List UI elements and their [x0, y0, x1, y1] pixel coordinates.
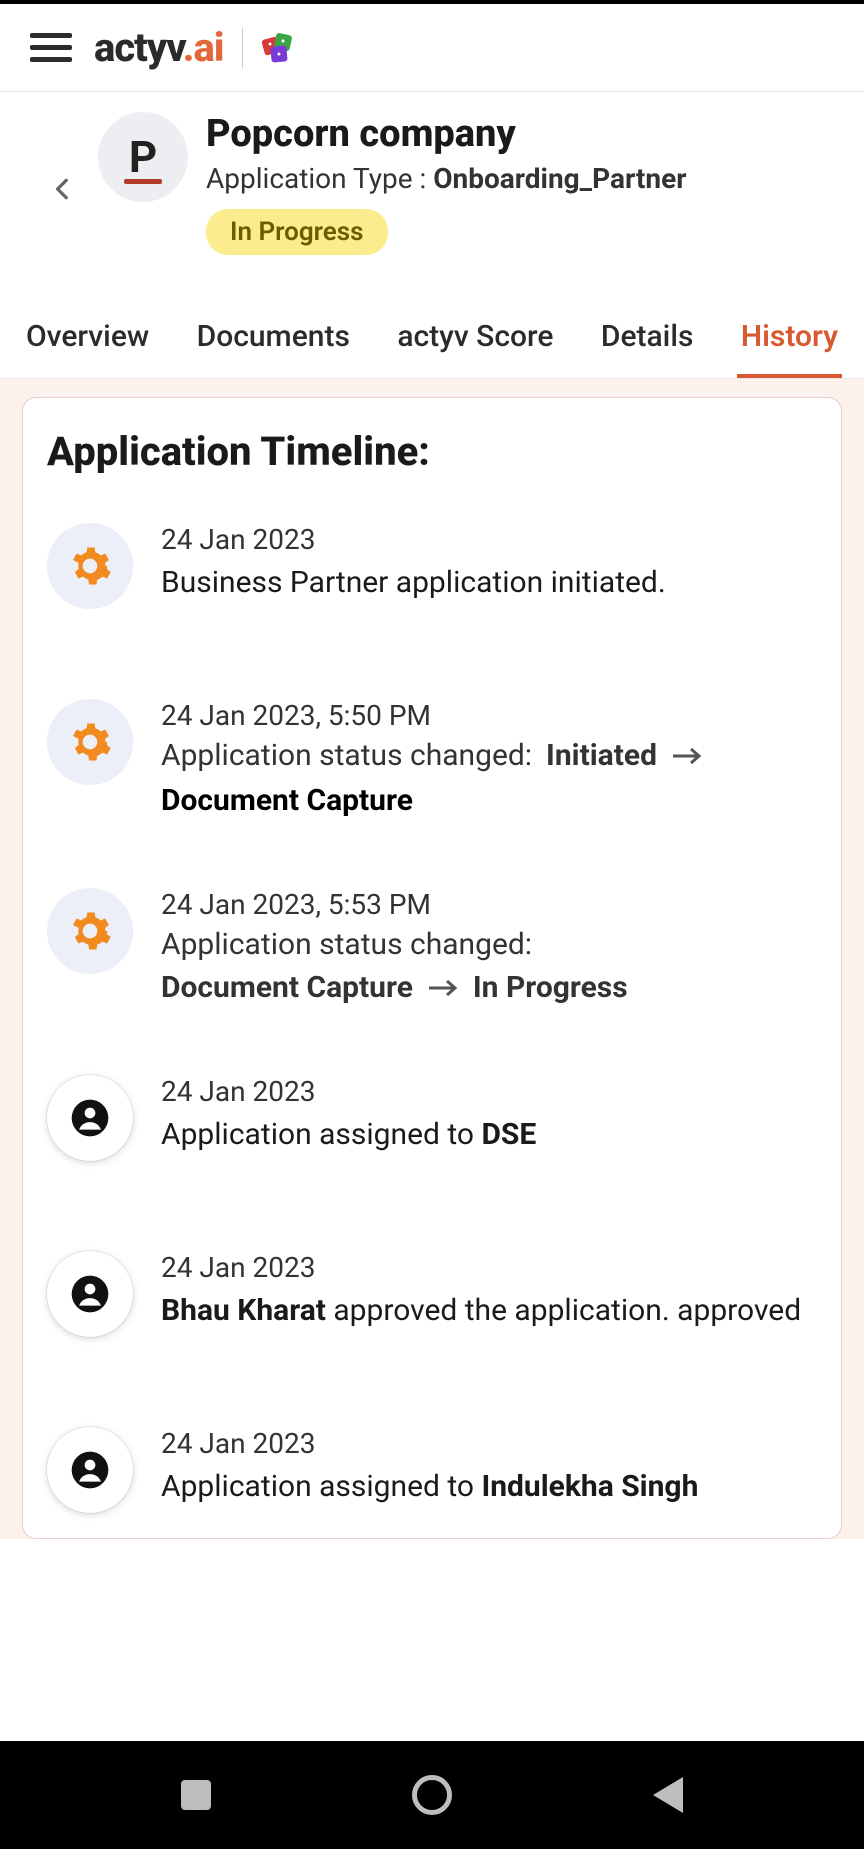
- status-change-label: Application status changed:: [161, 927, 532, 962]
- company-header: P Popcorn company Application Type : Onb…: [0, 92, 864, 267]
- timeline-date: 24 Jan 2023: [161, 1075, 817, 1108]
- timeline-text-bold: Bhau Kharat: [161, 1293, 326, 1328]
- timeline-date: 24 Jan 2023: [161, 523, 817, 556]
- status-change-label: Application status changed:: [161, 738, 532, 773]
- arrow-right-icon: [427, 978, 459, 998]
- dice-icon[interactable]: [261, 30, 297, 66]
- apptype-label: Application Type :: [206, 162, 433, 195]
- brand-name-part2: ai: [193, 24, 223, 71]
- status-badge: In Progress: [206, 209, 388, 255]
- tabs: Overview Documents actyv Score Details H…: [0, 267, 864, 379]
- timeline-date: 24 Jan 2023: [161, 1427, 817, 1460]
- status-from: Initiated: [546, 738, 657, 773]
- timeline-date: 24 Jan 2023: [161, 1251, 817, 1284]
- gear-icon: [47, 523, 133, 609]
- timeline-text: Bhau Kharat approved the application. ap…: [161, 1290, 817, 1332]
- status-change-values: Document Capture In Progress: [161, 970, 817, 1005]
- brand-name-part1: actyv: [94, 24, 183, 71]
- back-button[interactable]: [50, 176, 80, 206]
- android-nav-bar: [0, 1741, 864, 1849]
- gear-icon: [47, 699, 133, 785]
- timeline-text-prefix: Application assigned to: [161, 1469, 481, 1504]
- company-name: Popcorn company: [206, 112, 686, 156]
- status-from: Document Capture: [161, 970, 413, 1005]
- tab-actyv-score[interactable]: actyv Score: [393, 307, 557, 378]
- timeline-text-prefix: Application assigned to: [161, 1117, 481, 1152]
- recent-apps-button[interactable]: [181, 1780, 211, 1810]
- avatar-letter: P: [129, 131, 157, 183]
- apptype-value: Onboarding_Partner: [433, 162, 686, 195]
- status-change-line: Application status changed: Initiated: [161, 738, 817, 773]
- tab-history[interactable]: History: [737, 307, 842, 378]
- person-icon: [47, 1075, 133, 1161]
- menu-icon[interactable]: [30, 27, 72, 69]
- company-avatar: P: [98, 112, 188, 202]
- top-bar: actyv.ai: [0, 4, 864, 92]
- company-info: Popcorn company Application Type : Onboa…: [206, 112, 686, 255]
- timeline-item: 24 Jan 2023, 5:50 PM Application status …: [47, 699, 817, 818]
- timeline-text: Business Partner application initiated.: [161, 562, 817, 604]
- brand-logo[interactable]: actyv.ai: [94, 24, 224, 71]
- person-icon: [47, 1427, 133, 1513]
- timeline-heading: Application Timeline:: [47, 428, 817, 475]
- status-to: In Progress: [473, 970, 628, 1005]
- tab-documents[interactable]: Documents: [193, 307, 354, 378]
- timeline-text-suffix: approved the application. approved: [326, 1293, 801, 1328]
- brand-dot: .: [183, 24, 194, 71]
- timeline-text: Application assigned to Indulekha Singh: [161, 1466, 817, 1508]
- timeline-item: 24 Jan 2023 Bhau Kharat approved the app…: [47, 1251, 817, 1337]
- application-type: Application Type : Onboarding_Partner: [206, 162, 686, 195]
- timeline-item: 24 Jan 2023 Application assigned to DSE: [47, 1075, 817, 1161]
- tab-overview[interactable]: Overview: [22, 307, 153, 378]
- timeline-date: 24 Jan 2023, 5:53 PM: [161, 888, 817, 921]
- back-button-nav[interactable]: [653, 1777, 683, 1813]
- status-change-line: Application status changed:: [161, 927, 817, 962]
- logo-divider: [242, 28, 243, 68]
- timeline-item: 24 Jan 2023, 5:53 PM Application status …: [47, 888, 817, 1005]
- timeline-text: Application assigned to DSE: [161, 1114, 817, 1156]
- tab-details[interactable]: Details: [597, 307, 698, 378]
- timeline-item: 24 Jan 2023 Business Partner application…: [47, 523, 817, 609]
- gear-icon: [47, 888, 133, 974]
- timeline-item: 24 Jan 2023 Application assigned to Indu…: [47, 1427, 817, 1513]
- person-icon: [47, 1251, 133, 1337]
- arrow-right-icon: [671, 746, 703, 766]
- timeline-text-bold: DSE: [481, 1117, 536, 1152]
- timeline-text-bold: Indulekha Singh: [481, 1469, 698, 1504]
- timeline-card: Application Timeline: 24 Jan 2023 Busine…: [22, 397, 842, 1539]
- timeline-date: 24 Jan 2023, 5:50 PM: [161, 699, 817, 732]
- home-button[interactable]: [412, 1775, 452, 1815]
- status-to: Document Capture: [161, 783, 817, 818]
- history-panel: Application Timeline: 24 Jan 2023 Busine…: [0, 379, 864, 1539]
